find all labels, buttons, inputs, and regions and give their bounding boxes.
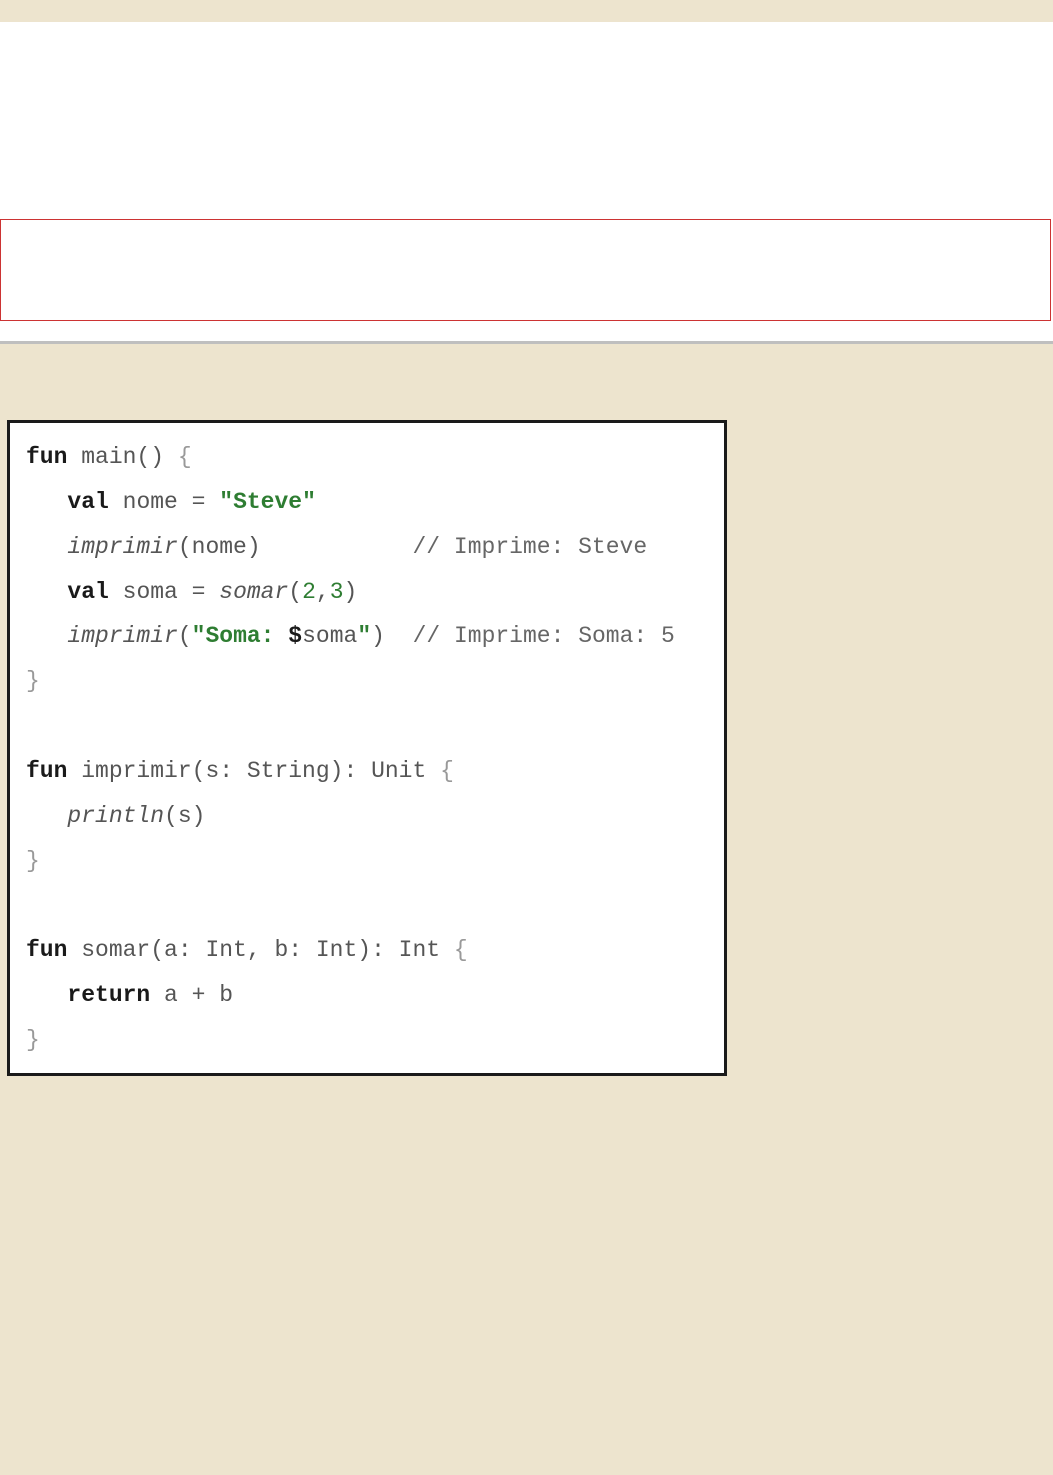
code-line-9: } — [26, 848, 40, 874]
keyword-fun: fun — [26, 758, 67, 784]
keyword-val: val — [67, 489, 108, 515]
document-page: fun main() { val nome = "Steve" imprimir… — [0, 0, 1053, 1475]
keyword-fun: fun — [26, 937, 67, 963]
code-line-1: fun main() { — [26, 444, 192, 470]
code-line-4: val soma = somar(2,3) — [67, 579, 357, 605]
code-block: fun main() { val nome = "Steve" imprimir… — [7, 420, 727, 1076]
code-line-8: println(s) — [67, 803, 205, 829]
keyword-val: val — [67, 579, 108, 605]
code-line-12: } — [26, 1027, 40, 1053]
keyword-return: return — [67, 982, 150, 1008]
code-line-11: return a + b — [67, 982, 233, 1008]
horizontal-divider — [0, 341, 1053, 344]
keyword-fun: fun — [26, 444, 67, 470]
code-line-7: fun imprimir(s: String): Unit { — [26, 758, 454, 784]
code-line-2: val nome = "Steve" — [67, 489, 315, 515]
code-line-3: imprimir(nome) // Imprime: Steve — [67, 534, 647, 560]
code-line-6: } — [26, 668, 40, 694]
empty-red-bordered-box — [0, 219, 1051, 321]
code-line-5: imprimir("Soma: $soma") // Imprime: Soma… — [67, 623, 674, 649]
code-line-10: fun somar(a: Int, b: Int): Int { — [26, 937, 468, 963]
